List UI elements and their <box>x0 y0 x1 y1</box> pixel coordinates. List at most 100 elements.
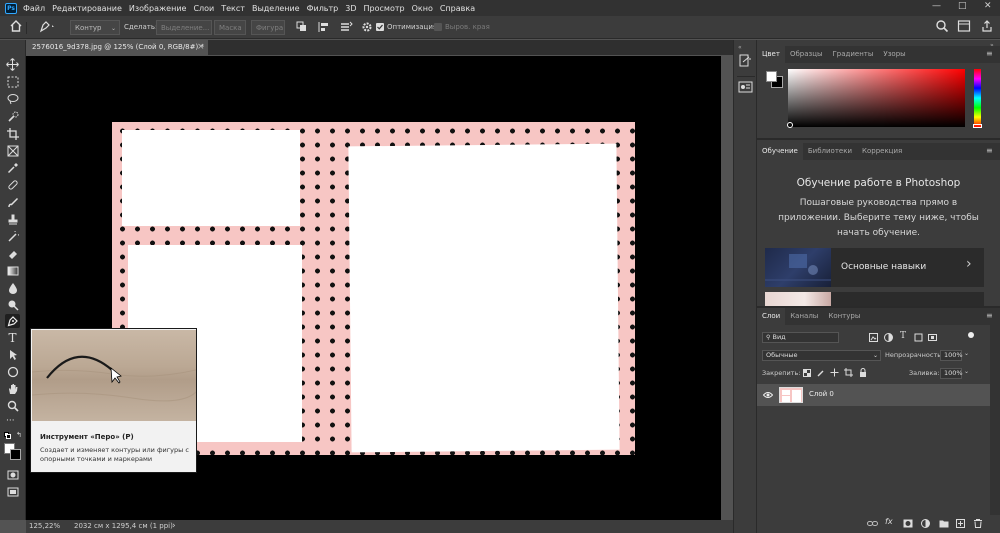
adjustment-layer-icon[interactable] <box>921 519 930 530</box>
filter-smart-object-icon[interactable] <box>928 333 937 344</box>
menu-type[interactable]: Текст <box>221 4 245 13</box>
filter-type-icon[interactable]: T <box>900 331 906 341</box>
path-operations-icon[interactable] <box>296 20 308 35</box>
make-selection-button[interactable]: Выделение... <box>156 20 212 35</box>
path-selection-tool-icon[interactable] <box>5 348 20 362</box>
eye-icon[interactable] <box>762 391 774 401</box>
marquee-tool-icon[interactable] <box>5 75 20 89</box>
hand-tool-icon[interactable] <box>5 382 20 396</box>
background-color-swatch[interactable] <box>10 449 21 460</box>
default-colors-icon[interactable] <box>4 432 12 440</box>
menu-select[interactable]: Выделение <box>252 4 300 13</box>
pen-tool-preset-icon[interactable] <box>38 19 56 34</box>
home-icon[interactable] <box>9 19 23 34</box>
mode-select[interactable]: Контур ⌄ <box>70 20 120 35</box>
path-alignment-icon[interactable] <box>318 20 330 35</box>
tab-color[interactable]: Цвет <box>757 46 785 63</box>
hue-slider-handle[interactable] <box>973 124 982 128</box>
more-tools-icon[interactable]: ··· <box>6 416 15 426</box>
screen-mode-icon[interactable] <box>5 485 20 499</box>
brush-tool-icon[interactable] <box>5 196 20 210</box>
layers-panel-menu-icon[interactable]: ≡ <box>986 311 993 320</box>
workspace-icon[interactable] <box>957 19 971 34</box>
lock-position-icon[interactable] <box>830 368 839 379</box>
filter-pixel-icon[interactable] <box>869 333 878 344</box>
menu-layers[interactable]: Слои <box>193 4 214 13</box>
blur-tool-icon[interactable] <box>5 281 20 295</box>
opacity-input[interactable]: 100% <box>940 350 963 361</box>
link-layers-icon[interactable] <box>867 519 878 530</box>
frame-tool-icon[interactable] <box>5 144 20 158</box>
tab-gradients[interactable]: Градиенты <box>828 46 879 63</box>
maximize-button[interactable]: □ <box>958 1 967 11</box>
menu-file[interactable]: Файл <box>23 4 45 13</box>
path-arrangement-icon[interactable] <box>339 20 353 35</box>
foreground-color-chip[interactable] <box>766 71 777 82</box>
tab-patterns[interactable]: Узоры <box>878 46 910 63</box>
minimize-button[interactable]: — <box>932 1 941 11</box>
tab-paths[interactable]: Контуры <box>823 308 865 325</box>
new-layer-icon[interactable] <box>956 519 965 530</box>
lasso-tool-icon[interactable] <box>5 92 20 106</box>
new-group-icon[interactable] <box>939 519 949 530</box>
layer-filter-select[interactable]: ⚲ Вид <box>762 332 839 343</box>
menu-edit[interactable]: Редактирование <box>52 4 122 13</box>
layer-name[interactable]: Слой 0 <box>809 390 834 398</box>
pen-tool-icon[interactable] <box>5 314 20 328</box>
optimize-checkbox[interactable] <box>376 23 384 31</box>
quick-selection-tool-icon[interactable] <box>5 110 20 124</box>
color-saturation-field[interactable] <box>788 69 965 127</box>
search-icon[interactable] <box>935 19 949 34</box>
learn-card-basic-skills[interactable]: Основные навыки › <box>765 248 984 287</box>
layer-row[interactable]: Слой 0 <box>757 384 990 406</box>
type-tool-icon[interactable]: T <box>5 331 20 345</box>
collapse-icon[interactable]: « <box>738 44 742 51</box>
fill-chevron-icon[interactable]: ⌄ <box>964 368 969 375</box>
filter-shape-icon[interactable] <box>914 333 923 344</box>
menu-filter[interactable]: Фильтр <box>307 4 339 13</box>
opacity-chevron-icon[interactable]: ⌄ <box>964 350 969 357</box>
tab-layers[interactable]: Слои <box>757 308 786 325</box>
gear-icon[interactable] <box>361 20 373 35</box>
fill-input[interactable]: 100% <box>940 368 963 379</box>
blend-mode-select[interactable]: Обычные ⌄ <box>762 350 881 361</box>
tab-swatches[interactable]: Образцы <box>785 46 828 63</box>
quick-mask-icon[interactable] <box>5 468 20 482</box>
move-tool-icon[interactable] <box>5 57 20 71</box>
make-mask-button[interactable]: Маска <box>214 20 246 35</box>
eraser-tool-icon[interactable] <box>5 247 20 261</box>
ellipse-tool-icon[interactable] <box>5 365 20 379</box>
delete-layer-icon[interactable] <box>974 519 982 530</box>
color-picker-cursor[interactable] <box>787 122 793 128</box>
close-window-button[interactable]: ✕ <box>984 1 992 11</box>
history-panel-icon[interactable] <box>739 54 752 70</box>
lock-artboard-icon[interactable] <box>844 368 853 379</box>
layers-scrollbar[interactable] <box>990 325 1000 515</box>
properties-panel-icon[interactable] <box>738 81 753 96</box>
history-brush-tool-icon[interactable] <box>5 230 20 244</box>
lock-transparent-pixels-icon[interactable] <box>803 369 811 379</box>
healing-brush-tool-icon[interactable] <box>5 178 20 192</box>
menu-image[interactable]: Изображение <box>129 4 187 13</box>
swap-colors-icon[interactable]: ↰ <box>16 431 22 439</box>
tab-channels[interactable]: Каналы <box>785 308 823 325</box>
eyedropper-tool-icon[interactable] <box>5 161 20 175</box>
tab-adjustments[interactable]: Коррекция <box>857 143 907 160</box>
make-shape-button[interactable]: Фигура <box>251 20 285 35</box>
gradient-tool-icon[interactable] <box>5 264 20 278</box>
align-edges-checkbox[interactable] <box>434 23 442 31</box>
tab-libraries[interactable]: Библиотеки <box>803 143 857 160</box>
crop-tool-icon[interactable] <box>5 127 20 141</box>
hue-slider[interactable] <box>974 69 981 127</box>
learn-card-second[interactable] <box>765 292 984 306</box>
menu-view[interactable]: Просмотр <box>364 4 405 13</box>
clone-stamp-tool-icon[interactable] <box>5 213 20 227</box>
menu-help[interactable]: Справка <box>440 4 475 13</box>
status-menu-arrow[interactable]: › <box>172 520 176 532</box>
learn-panel-menu-icon[interactable]: ≡ <box>986 146 993 155</box>
lock-all-icon[interactable] <box>859 368 867 379</box>
zoom-level[interactable]: 125,22% <box>29 520 60 533</box>
lock-image-pixels-icon[interactable] <box>817 369 825 379</box>
dodge-tool-icon[interactable] <box>5 298 20 312</box>
share-icon[interactable] <box>980 19 994 34</box>
